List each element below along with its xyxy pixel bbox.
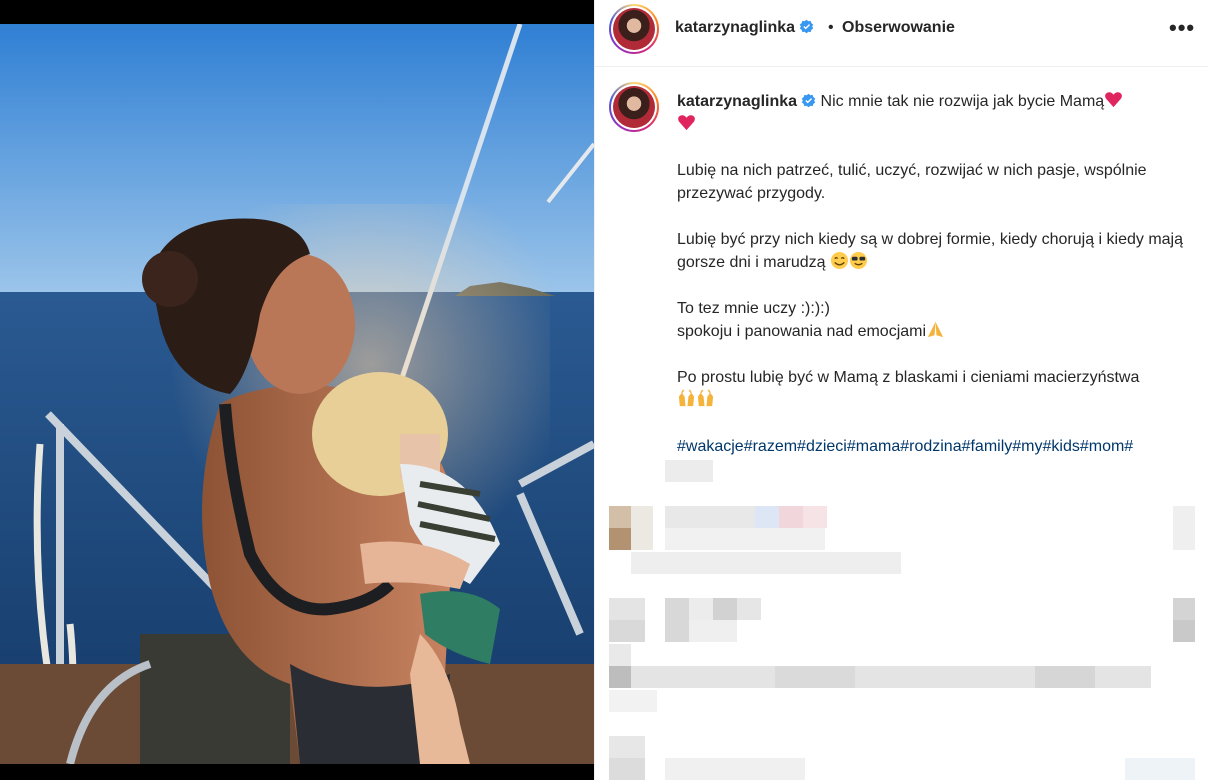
smiling-face-emoji xyxy=(830,251,849,270)
pixel-block xyxy=(665,460,713,482)
author-username-text[interactable]: katarzynaglinka xyxy=(675,19,795,36)
post-image xyxy=(0,24,594,764)
verified-badge-icon xyxy=(801,93,816,108)
pixel-block xyxy=(609,620,645,642)
pixel-block xyxy=(631,552,901,574)
author-avatar[interactable] xyxy=(609,4,659,54)
red-heart-emoji xyxy=(1105,92,1123,108)
pixel-block xyxy=(665,598,689,642)
pixel-block xyxy=(609,598,645,620)
pixel-block xyxy=(689,620,737,642)
pixel-block xyxy=(665,758,805,780)
pixel-block xyxy=(737,598,761,620)
pixel-block xyxy=(779,506,803,528)
following-button[interactable]: Obserwowanie xyxy=(842,19,955,37)
sunglasses-face-emoji xyxy=(849,251,868,270)
photo-letterbox-bottom xyxy=(0,764,594,780)
post-header: katarzynaglinka • Obserwowanie ••• xyxy=(595,0,1208,67)
pixel-block xyxy=(609,528,631,550)
pixel-block xyxy=(609,690,657,712)
pixel-block xyxy=(609,736,645,758)
raised-hands-emoji xyxy=(697,389,714,407)
photo-letterbox-top xyxy=(0,0,594,24)
caption-paragraph-3a: To tez mnie uczy :):):) xyxy=(677,300,830,317)
pixel-block xyxy=(689,598,713,620)
caption-text: katarzynaglinka Nic mnie tak nie rozwija… xyxy=(677,90,1197,481)
post-photo[interactable] xyxy=(0,0,594,780)
pixel-block xyxy=(665,506,755,528)
pixel-block xyxy=(609,666,631,688)
post-sidebar: katarzynaglinka • Obserwowanie ••• katar… xyxy=(594,0,1208,780)
pixel-block xyxy=(1035,666,1095,688)
author-username[interactable]: katarzynaglinka xyxy=(675,19,814,37)
caption-paragraph-1: Lubię na nich patrzeć, tulić, uczyć, roz… xyxy=(677,162,1147,202)
pixel-block xyxy=(713,598,737,620)
caption-avatar[interactable] xyxy=(609,82,659,132)
pixel-block xyxy=(609,758,645,780)
comments-section-pixelated xyxy=(595,460,1208,780)
folded-hands-emoji xyxy=(927,321,944,338)
verified-badge-icon xyxy=(799,19,814,34)
pixel-block xyxy=(755,506,779,528)
pixel-block xyxy=(775,666,855,688)
pixel-block xyxy=(1173,598,1195,620)
raised-hands-emoji xyxy=(678,389,695,407)
pixel-block xyxy=(1173,506,1195,550)
pixel-block xyxy=(609,644,631,666)
pixel-block xyxy=(1173,620,1195,642)
caption-paragraph-2: Lubię być przy nich kiedy są w dobrej fo… xyxy=(677,231,1184,271)
pixel-block xyxy=(609,506,631,528)
caption-paragraph-3b: spokoju i panowania nad emocjami xyxy=(677,323,927,340)
header-separator: • xyxy=(828,19,834,36)
pixel-block xyxy=(803,506,827,528)
red-heart-emoji xyxy=(678,115,695,131)
pixel-block xyxy=(665,528,825,550)
caption-username[interactable]: katarzynaglinka xyxy=(677,93,797,110)
hair-bun xyxy=(142,251,198,307)
caption-paragraph-4: Po prostu lubię być w Mamą z blaskami i … xyxy=(677,369,1140,386)
pixel-block xyxy=(631,506,653,550)
caption-line1: Nic mnie tak nie rozwija jak bycie Mamą xyxy=(820,93,1105,110)
more-options-icon[interactable]: ••• xyxy=(1169,15,1195,41)
caption-hashtags[interactable]: #wakacje#razem#dzieci#mama#rodzina#famil… xyxy=(677,435,1197,458)
pixel-block xyxy=(1125,758,1195,780)
